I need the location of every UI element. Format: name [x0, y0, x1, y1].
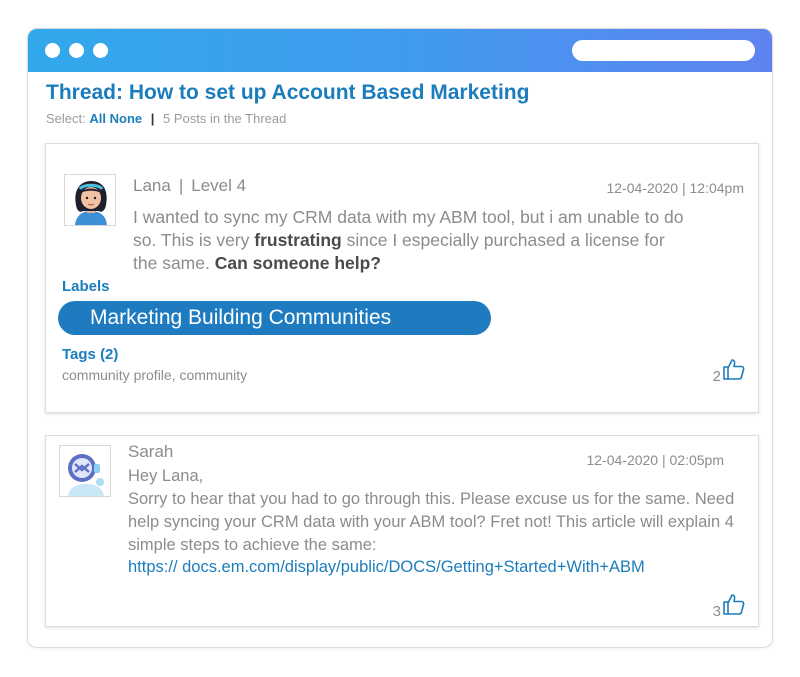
robot-avatar-icon[interactable] [59, 445, 111, 497]
browser-window: Thread: How to set up Account Based Mark… [27, 28, 773, 648]
select-separator: | [150, 111, 155, 126]
like-count: 2 [712, 368, 721, 385]
tags-heading[interactable]: Tags (2) [62, 346, 118, 363]
post-card: Sarah 12-04-2020 | 02:05pm Hey Lana, Sor… [45, 435, 759, 627]
post-author: Sarah [128, 442, 173, 462]
post-count: 5 Posts in the Thread [163, 111, 287, 126]
tags-list: community profile, community [62, 367, 248, 383]
select-all-link[interactable]: All [89, 111, 106, 126]
like-control[interactable]: 2 [713, 357, 746, 385]
window-dot-close[interactable] [45, 43, 60, 58]
like-control[interactable]: 3 [713, 592, 746, 620]
post-timestamp: 12-04-2020 | 12:04pm [606, 180, 744, 196]
post-greeting: Hey Lana, [128, 467, 204, 485]
window-titlebar [28, 29, 772, 72]
like-count: 3 [712, 603, 721, 620]
thumbs-up-icon[interactable] [721, 357, 746, 385]
article-link[interactable]: https:// docs.em.com/display/public/DOCS… [128, 558, 645, 577]
label-pill[interactable]: Marketing Building Communities [58, 301, 491, 335]
labels-heading: Labels [62, 278, 110, 295]
author-name[interactable]: Lana [133, 176, 171, 195]
thread-title: Thread: How to set up Account Based Mark… [46, 81, 530, 104]
select-none-link[interactable]: None [110, 111, 143, 126]
window-dot-maximize[interactable] [93, 43, 108, 58]
thumbs-up-icon[interactable] [721, 592, 746, 620]
post-card: Lana | Level 4 12-04-2020 | 12:04pm I want… [45, 143, 759, 413]
author-level: Level 4 [191, 176, 247, 195]
post-body: I wanted to sync my CRM data with my ABM… [133, 206, 693, 275]
author-name[interactable]: Sarah [128, 442, 173, 461]
address-bar[interactable] [572, 40, 755, 61]
post-body-emphasis: frustrating [254, 230, 342, 250]
post-author: Lana | Level 4 [133, 176, 247, 195]
woman-avatar-icon[interactable] [64, 174, 116, 226]
select-label: Select: [46, 111, 86, 126]
post-body-question: Can someone help? [214, 253, 381, 273]
window-dot-minimize[interactable] [69, 43, 84, 58]
post-body: Sorry to hear that you had to go through… [128, 490, 735, 554]
select-row: Select: All None | 5 Posts in the Thread [46, 111, 286, 126]
